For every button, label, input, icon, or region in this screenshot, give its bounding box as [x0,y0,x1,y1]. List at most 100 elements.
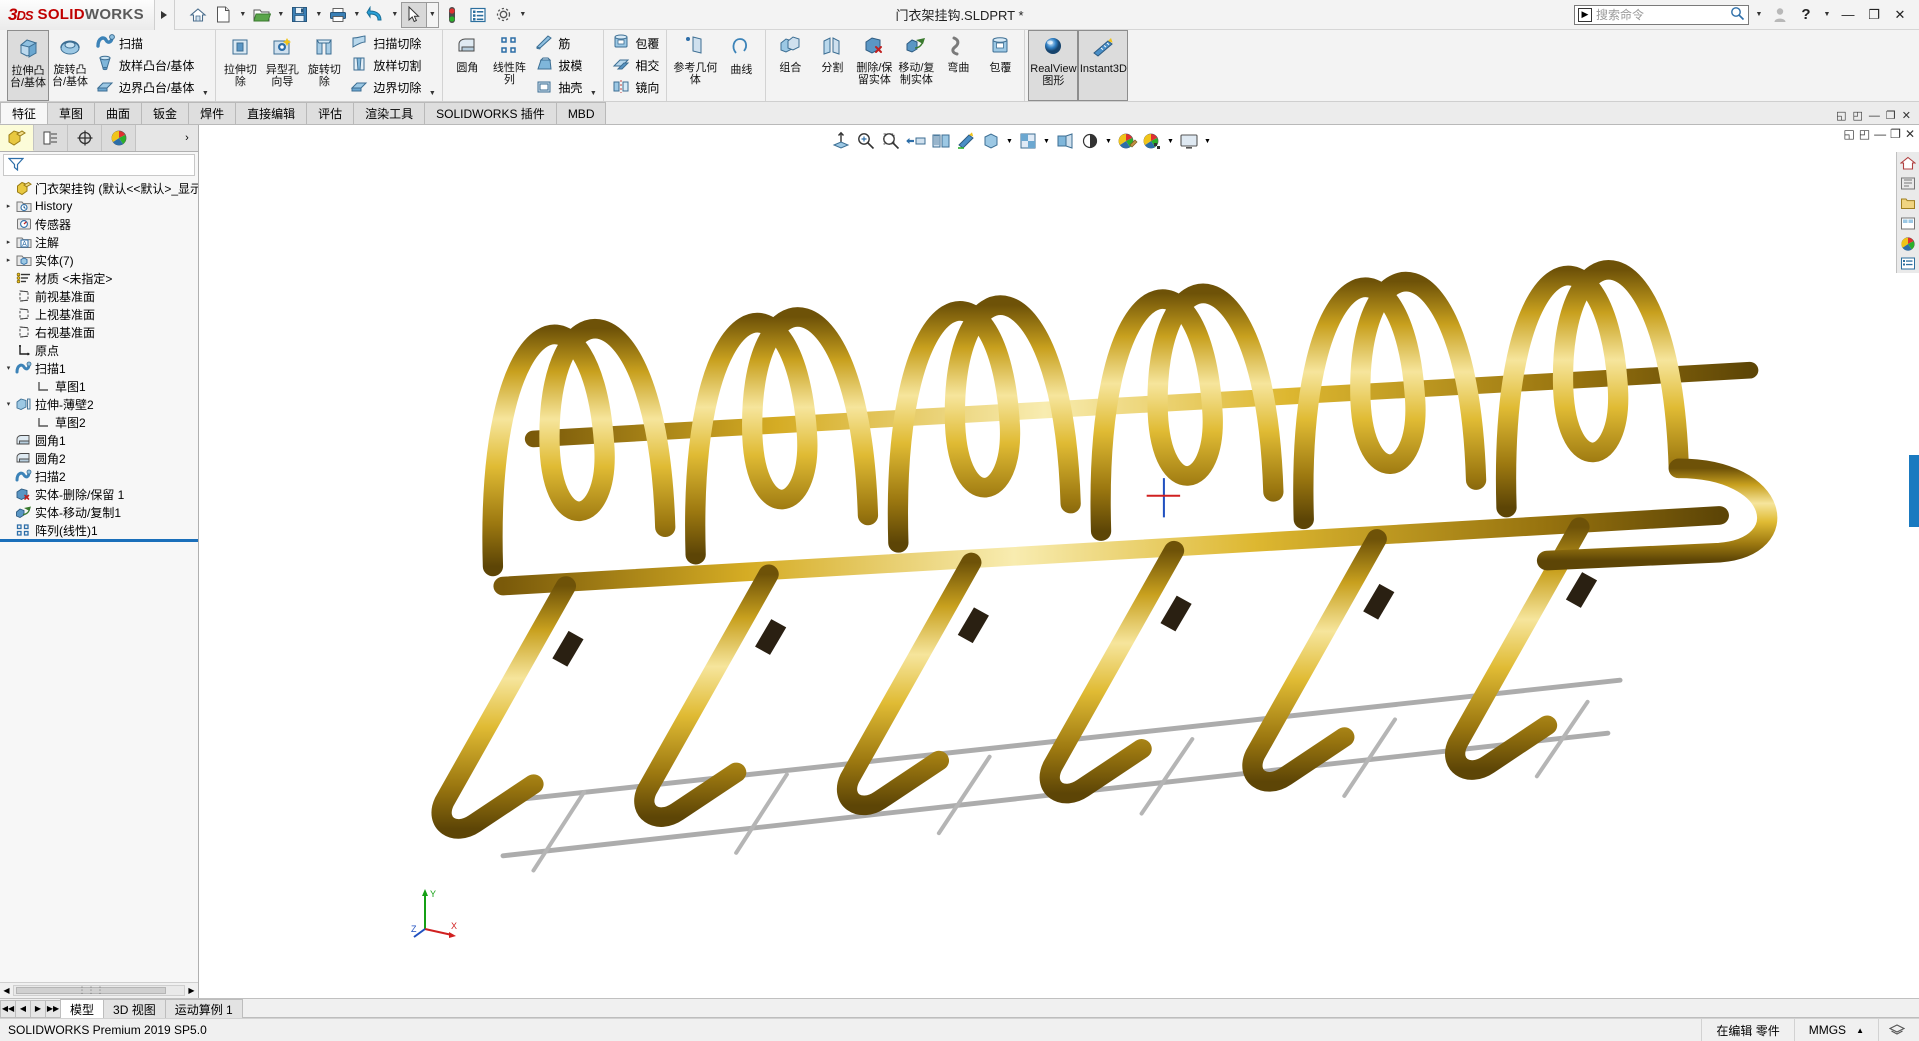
restore-button[interactable]: ❐ [1863,4,1885,26]
close-button[interactable]: ✕ [1889,4,1911,26]
tree-item-move-copy-body1[interactable]: 实体-移动/复制1 [0,503,198,521]
new-document-icon[interactable] [211,2,237,28]
tree-item-sketch1[interactable]: 草图1 [0,377,198,395]
save-caret[interactable]: ▼ [313,2,325,28]
design-library-panel-icon[interactable] [1898,174,1919,193]
tree-twisty[interactable]: ▾ [2,364,15,372]
wrap-body-button[interactable]: 包覆 [979,30,1021,101]
reference-geometry-button[interactable]: 参考几何体 [670,30,720,101]
flex-button[interactable]: 弯曲 [937,30,979,101]
draft-button[interactable]: 拔模 [530,55,586,77]
tree-item-sweep1[interactable]: ▾ 扫描1 [0,359,198,377]
help-caret[interactable]: ▼ [1821,2,1833,28]
user-account-icon[interactable] [1769,4,1791,26]
gear-caret[interactable]: ▼ [517,2,529,28]
tree-rollback-bar[interactable] [0,539,198,542]
scroll-left-arrow[interactable]: ◀ [0,986,13,995]
nav-next-button[interactable]: ▶ [30,999,46,1018]
wrap-button[interactable]: 包覆 [607,33,663,55]
tree-item-origin[interactable]: 原点 [0,341,198,359]
tree-item-root[interactable]: 门衣架挂钩 (默认<<默认>_显示状态 1 [0,179,198,197]
rib-button[interactable]: 筋 [530,33,586,55]
panel-expander-arrow[interactable]: › [176,125,198,151]
save-icon[interactable] [287,2,313,28]
tab-surfaces[interactable]: 曲面 [94,102,143,124]
scroll-right-arrow[interactable]: ▶ [185,986,198,995]
gear-icon[interactable] [491,2,517,28]
tree-item-extrude-thin2[interactable]: ▾ 拉伸-薄壁2 [0,395,198,413]
linear-pattern-button[interactable]: 线性阵列 [488,30,530,101]
sweep-cut-button[interactable]: 扫描切除 [345,33,425,55]
select-cursor-caret[interactable]: ▼ [426,1,439,28]
search-caret[interactable]: ▼ [1753,2,1765,28]
search-input[interactable]: ▶ 搜索命令 [1574,4,1749,25]
undo-caret[interactable]: ▼ [389,2,401,28]
intersect-button[interactable]: 相交 [607,55,663,77]
extrude-boss-button[interactable]: 拉伸凸台/基体 [7,30,49,101]
minimize-button[interactable]: — [1837,4,1859,26]
cm-restore-icon[interactable]: ❐ [1886,109,1896,122]
tree-item-right-plane[interactable]: 右视基准面 [0,323,198,341]
configuration-manager-tab[interactable] [68,125,102,151]
mirror-button[interactable]: 镜向 [607,77,663,99]
nav-first-button[interactable]: ◀◀ [0,999,16,1018]
move-copy-body-button[interactable]: 移动/复制实体 [895,30,937,101]
open-folder-icon[interactable] [249,2,275,28]
tree-item-history[interactable]: ▸ History [0,197,198,215]
boss-group-caret[interactable]: ▼ [198,30,212,101]
extrude-cut-button[interactable]: 拉伸切除 [219,30,261,101]
hole-wizard-button[interactable]: 异型孔向导 [261,30,303,101]
bottom-tab-motion-study[interactable]: 运动算例 1 [164,999,243,1018]
shell-button[interactable]: 抽壳 [530,77,586,99]
tab-direct-editing[interactable]: 直接编辑 [235,102,308,124]
tab-solidworks-addins[interactable]: SOLIDWORKS 插件 [424,102,557,124]
tab-weldments[interactable]: 焊件 [188,102,237,124]
loft-boss-button[interactable]: 放样凸台/基体 [91,55,198,77]
tree-item-delete-keep-body1[interactable]: 实体-删除/保留 1 [0,485,198,503]
tree-item-annotations[interactable]: ▸ A 注解 [0,233,198,251]
open-folder-caret[interactable]: ▼ [275,2,287,28]
graphics-area[interactable]: ▼ ▼ ▼ ▼ ▼ ◱ ◰ — ❐ ✕ Y X Z [199,125,1919,998]
left-panel-hscrollbar[interactable]: ◀ ⋮⋮⋮ ▶ [0,982,198,998]
rebuild-icon[interactable] [439,2,465,28]
tab-features[interactable]: 特征 [0,102,49,124]
tree-item-sketch2[interactable]: 草图2 [0,413,198,431]
nav-prev-button[interactable]: ◀ [15,999,31,1018]
delete-keep-body-button[interactable]: 删除/保留实体 [853,30,895,101]
tab-evaluate[interactable]: 评估 [306,102,355,124]
tree-item-front-plane[interactable]: 前视基准面 [0,287,198,305]
boundary-boss-button[interactable]: 边界凸台/基体 [91,77,198,99]
appearances-panel-icon[interactable] [1898,234,1919,253]
cut-group-caret[interactable]: ▼ [425,30,439,101]
status-units-caret[interactable]: ▲ [1856,1026,1864,1035]
search-icon[interactable] [1730,6,1745,24]
sweep-button[interactable]: 扫描 [91,33,198,55]
print-icon[interactable] [325,2,351,28]
status-overlay-icon[interactable] [1878,1019,1915,1041]
tab-render-tools[interactable]: 渲染工具 [353,102,426,124]
cm-pin-left-icon[interactable]: ◱ [1836,109,1846,122]
tree-item-fillet1[interactable]: 圆角1 [0,431,198,449]
home-icon[interactable] [185,2,211,28]
new-document-caret[interactable]: ▼ [237,2,249,28]
revolve-boss-button[interactable]: 旋转凸台/基体 [49,30,91,101]
boundary-cut-button[interactable]: 边界切除 [345,77,425,99]
combine-button[interactable]: 组合 [769,30,811,101]
options-list-icon[interactable] [465,2,491,28]
instant3d-button[interactable]: Instant3D [1078,30,1129,101]
tree-item-linear-pattern1[interactable]: 阵列(线性)1 [0,521,198,539]
feature-manager-tab[interactable] [0,125,34,151]
realview-graphics-button[interactable]: RealView 图形 [1028,30,1079,101]
tree-item-fillet2[interactable]: 圆角2 [0,449,198,467]
tree-twisty[interactable]: ▸ [2,202,15,210]
file-explorer-panel-icon[interactable] [1898,194,1919,213]
nav-last-button[interactable]: ▶▶ [45,999,61,1018]
split-button[interactable]: 分割 [811,30,853,101]
scroll-track[interactable]: ⋮⋮⋮ [13,985,185,996]
model-viewport[interactable] [199,125,1919,998]
revolve-cut-button[interactable]: 旋转切除 [303,30,345,101]
bottom-tab-3dviews[interactable]: 3D 视图 [103,999,166,1018]
print-caret[interactable]: ▼ [351,2,363,28]
curves-button[interactable]: 曲线 [720,30,762,101]
tab-sketch[interactable]: 草图 [47,102,96,124]
